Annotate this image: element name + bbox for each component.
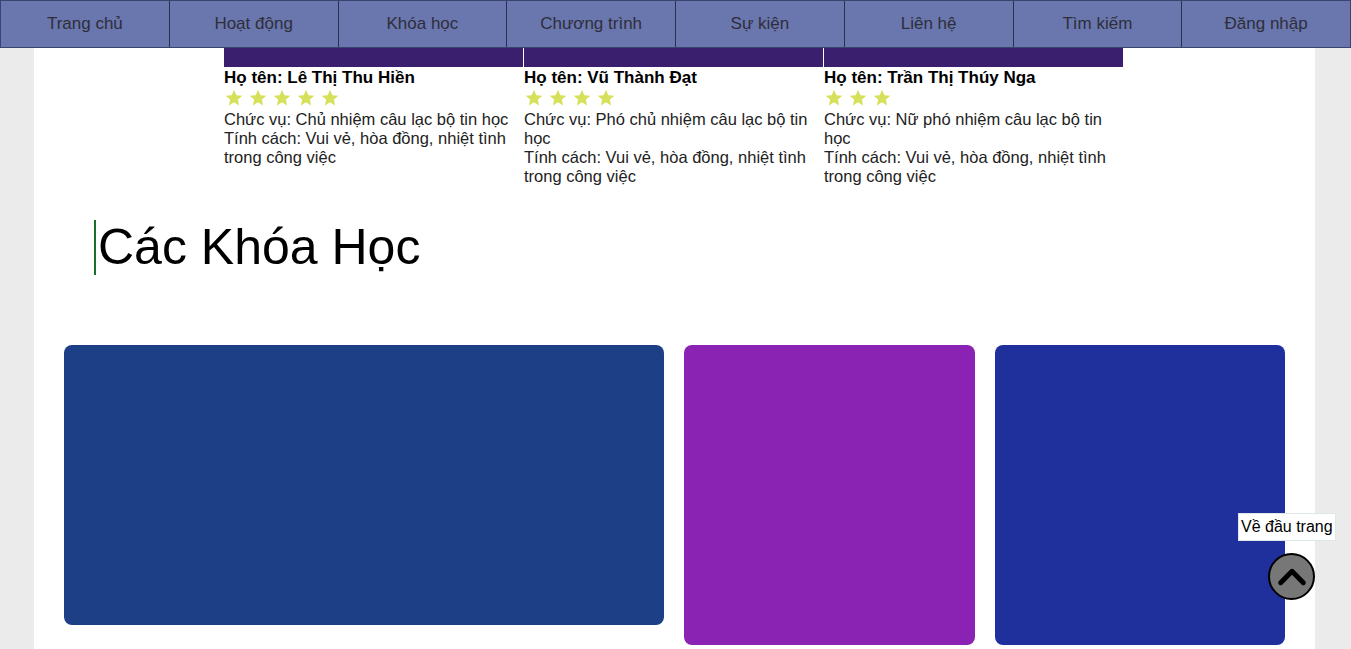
member-name: Họ tên: Lê Thị Thu Hiền	[224, 68, 524, 88]
star-icon	[872, 88, 892, 108]
member-info: Tính cách: Vui vẻ, hòa đồng, nhiệt tình	[524, 148, 824, 167]
nav-item[interactable]: Khóa học	[338, 1, 507, 47]
nav-item[interactable]: Sự kiện	[675, 1, 844, 47]
member-info: Chức vụ: Chủ nhiệm câu lạc bộ tin học	[224, 110, 524, 129]
member-info: Tính cách: Vui vẻ, hòa đồng, nhiệt tình	[824, 148, 1124, 167]
member-stars	[824, 89, 1124, 107]
member-stars	[524, 89, 824, 107]
star-icon	[524, 88, 544, 108]
member-info: trong công việc	[524, 167, 824, 186]
member-info: Tính cách: Vui vẻ, hòa đồng, nhiệt tình	[224, 129, 524, 148]
course-card[interactable]	[995, 345, 1285, 645]
nav-item[interactable]: Hoạt động	[169, 1, 338, 47]
nav-item[interactable]: Chương trình	[506, 1, 675, 47]
star-icon	[296, 88, 316, 108]
course-card[interactable]	[64, 345, 664, 625]
star-icon	[548, 88, 568, 108]
star-icon	[572, 88, 592, 108]
member-info: Chức vụ: Phó chủ nhiệm câu lạc bộ tin họ…	[524, 110, 824, 148]
page: Trang chủHoạt độngKhóa họcChương trìnhSự…	[0, 0, 1351, 649]
nav-item[interactable]: Tìm kiếm	[1013, 1, 1182, 47]
star-icon	[248, 88, 268, 108]
courses-heading: Các Khóa Học	[94, 220, 1315, 275]
nav-item[interactable]: Liên hệ	[844, 1, 1013, 47]
back-to-top-tooltip: Về đầu trang	[1238, 513, 1336, 541]
member-info: trong công việc	[824, 167, 1124, 186]
star-icon	[320, 88, 340, 108]
content: Họ tên: Lê Thị Thu Hiền Chức vụ: Chủ nhiệ…	[34, 0, 1315, 649]
chevron-up-icon	[1275, 560, 1309, 594]
member-name: Họ tên: Trần Thị Thúy Nga	[824, 68, 1124, 88]
course-list	[64, 345, 1315, 645]
star-icon	[824, 88, 844, 108]
star-icon	[596, 88, 616, 108]
star-icon	[272, 88, 292, 108]
nav-item[interactable]: Trang chủ	[1, 1, 169, 47]
star-icon	[848, 88, 868, 108]
member-info: trong công việc	[224, 148, 524, 167]
nav-item[interactable]: Đăng nhập	[1181, 1, 1350, 47]
course-card[interactable]	[684, 345, 975, 645]
member-info: Chức vụ: Nữ phó nhiệm câu lạc bộ tin học	[824, 110, 1124, 148]
member-stars	[224, 89, 524, 107]
star-icon	[224, 88, 244, 108]
top-nav: Trang chủHoạt độngKhóa họcChương trìnhSự…	[0, 0, 1351, 48]
member-name: Họ tên: Vũ Thành Đạt	[524, 68, 824, 88]
back-to-top-button[interactable]	[1268, 553, 1315, 600]
